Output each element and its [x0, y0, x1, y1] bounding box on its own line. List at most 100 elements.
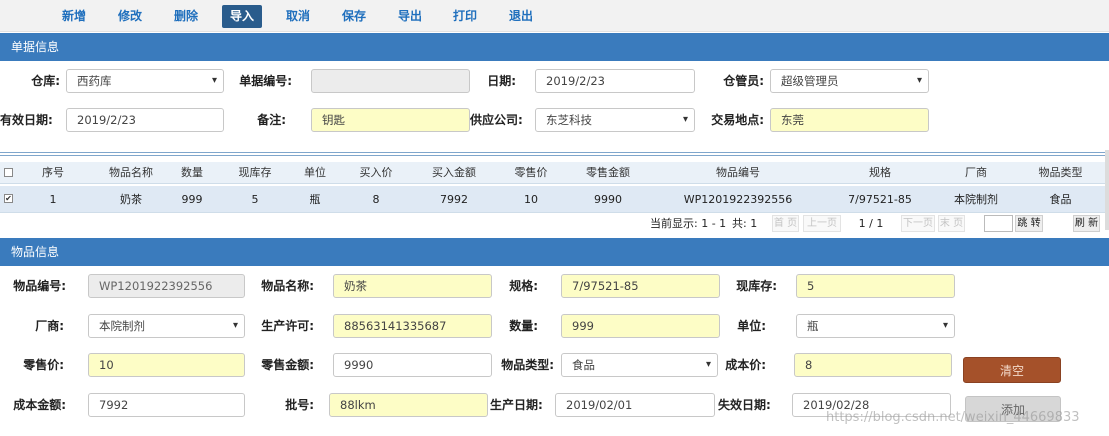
edit-button[interactable]: 修改: [110, 5, 150, 28]
date-field[interactable]: 2019/2/23: [535, 69, 695, 93]
spec-field[interactable]: 7/97521-85: [561, 274, 720, 298]
grid-top-border-inner: [0, 155, 1109, 156]
item-type-label: 物品类型:: [501, 358, 554, 372]
unit-label: 单位:: [737, 319, 766, 333]
delete-button[interactable]: 删除: [166, 5, 206, 28]
item-code-field[interactable]: WP1201922392556: [88, 274, 245, 298]
watermark-text: https://blog.csdn.net/weixin_44669833: [826, 410, 1080, 425]
batch-no-label: 批号:: [285, 398, 314, 412]
col-header-name[interactable]: 物品名称: [86, 162, 176, 184]
license-label: 生产许可:: [261, 319, 314, 333]
stock-field[interactable]: 5: [796, 274, 955, 298]
item-name-field[interactable]: 奶茶: [333, 274, 492, 298]
trade-place-field[interactable]: 东莞: [770, 108, 929, 132]
batch-no-field[interactable]: 88lkm: [329, 393, 488, 417]
col-header-index[interactable]: 序号: [20, 162, 86, 184]
cell-stock: 5: [251, 193, 259, 206]
retail-amount-label: 零售金额:: [261, 358, 314, 372]
pager-page-indicator: 1 / 1: [845, 215, 897, 232]
col-header-unit[interactable]: 单位: [296, 162, 334, 184]
item-type-select[interactable]: 食品: [561, 353, 718, 377]
cancel-button[interactable]: 取消: [278, 5, 318, 28]
warehouse-label: 仓库:: [31, 74, 60, 88]
mfg-date-label: 生产日期:: [490, 398, 543, 412]
unit-select[interactable]: 瓶: [796, 314, 955, 338]
exp-date-label: 失效日期:: [718, 398, 771, 412]
pager-total: 共: 1: [732, 217, 758, 230]
qty-field[interactable]: 999: [561, 314, 720, 338]
cost-price-label: 成本价:: [725, 358, 766, 372]
supplier-label: 供应公司:: [470, 113, 523, 127]
valid-date-field[interactable]: 2019/2/23: [66, 108, 224, 132]
select-all-checkbox[interactable]: [4, 168, 13, 177]
pager-first-button[interactable]: 首 页: [772, 215, 799, 232]
pager-refresh-button[interactable]: 刷 新: [1073, 215, 1100, 232]
keeper-select[interactable]: 超级管理员: [770, 69, 929, 93]
retail-price-label: 零售价:: [23, 358, 64, 372]
exit-button[interactable]: 退出: [501, 5, 541, 28]
col-header-retail-price[interactable]: 零售价: [498, 162, 564, 184]
clear-button[interactable]: 清空: [963, 357, 1061, 383]
export-button[interactable]: 导出: [390, 5, 430, 28]
cell-type: 食品: [1049, 193, 1072, 206]
toolbar: 新增 修改 删除 导入 取消 保存 导出 打印 退出: [0, 0, 1109, 32]
supplier-select[interactable]: 东芝科技: [535, 108, 695, 132]
cell-buy-amount: 7992: [440, 193, 468, 206]
grid-header: 序号 物品名称 数量 现库存 单位 买入价 买入金额 零售价 零售金额 物品编号…: [0, 162, 1105, 184]
item-section-title: 物品信息: [11, 245, 60, 259]
cost-price-field[interactable]: 8: [794, 353, 952, 377]
col-header-spec[interactable]: 规格: [824, 162, 936, 184]
doc-no-field[interactable]: [311, 69, 470, 93]
pager-next-button[interactable]: 下一页: [901, 215, 935, 232]
print-button[interactable]: 打印: [445, 5, 485, 28]
cell-item-code: WP1201922392556: [683, 193, 793, 206]
pager-prev-button[interactable]: 上一页: [803, 215, 841, 232]
cell-retail-price: 10: [524, 193, 538, 206]
cell-maker: 本院制剂: [954, 193, 998, 206]
pager-goto-button[interactable]: 跳 转: [1015, 215, 1043, 232]
item-section-header: 物品信息: [0, 238, 1109, 266]
pager-goto-input[interactable]: [984, 215, 1013, 232]
col-header-stock[interactable]: 现库存: [214, 162, 296, 184]
col-header-qty[interactable]: 数量: [176, 162, 208, 184]
doc-no-label: 单据编号:: [239, 74, 292, 88]
cell-retail-amount: 9990: [594, 193, 622, 206]
qty-label: 数量:: [509, 319, 538, 333]
grid-top-border: [0, 152, 1109, 153]
import-button[interactable]: 导入: [222, 5, 262, 28]
retail-amount-field[interactable]: 9990: [333, 353, 492, 377]
keeper-label: 仓管员:: [723, 74, 764, 88]
col-header-retail-amount[interactable]: 零售金额: [564, 162, 652, 184]
retail-price-field[interactable]: 10: [88, 353, 245, 377]
cell-spec: 7/97521-85: [848, 193, 912, 206]
row-checkbox[interactable]: ✔: [4, 194, 13, 203]
remark-field[interactable]: 钥匙: [311, 108, 470, 132]
cost-amount-field[interactable]: 7992: [88, 393, 245, 417]
new-button[interactable]: 新增: [54, 5, 94, 28]
cell-index: 1: [49, 193, 57, 206]
col-header-item-code[interactable]: 物品编号: [652, 162, 824, 184]
col-header-type[interactable]: 物品类型: [1016, 162, 1105, 184]
trade-place-label: 交易地点:: [711, 113, 764, 127]
cost-amount-label: 成本金额:: [13, 398, 66, 412]
maker-select[interactable]: 本院制剂: [88, 314, 245, 338]
col-header-buy-amount[interactable]: 买入金额: [410, 162, 498, 184]
table-row[interactable]: ✔ 1 奶茶 999 5 瓶 8 7992 10 9990 WP12019223…: [0, 186, 1105, 213]
mfg-date-field[interactable]: 2019/02/01: [555, 393, 715, 417]
col-header-buy-price[interactable]: 买入价: [342, 162, 410, 184]
date-label: 日期:: [487, 74, 516, 88]
grid-scrollbar[interactable]: [1105, 150, 1109, 230]
pager-current-display: 当前显示: 1 - 1: [650, 217, 727, 230]
item-code-label: 物品编号:: [13, 279, 66, 293]
cell-buy-price: 8: [372, 193, 380, 206]
spec-label: 规格:: [509, 279, 538, 293]
save-button[interactable]: 保存: [334, 5, 374, 28]
maker-label: 厂商:: [35, 319, 64, 333]
col-header-maker[interactable]: 厂商: [936, 162, 1016, 184]
license-field[interactable]: 88563141335687: [333, 314, 492, 338]
stock-label: 现库存:: [736, 279, 777, 293]
item-name-label: 物品名称:: [261, 279, 314, 293]
remark-label: 备注:: [257, 113, 286, 127]
warehouse-select[interactable]: 西药库: [66, 69, 224, 93]
pager-last-button[interactable]: 末 页: [938, 215, 965, 232]
